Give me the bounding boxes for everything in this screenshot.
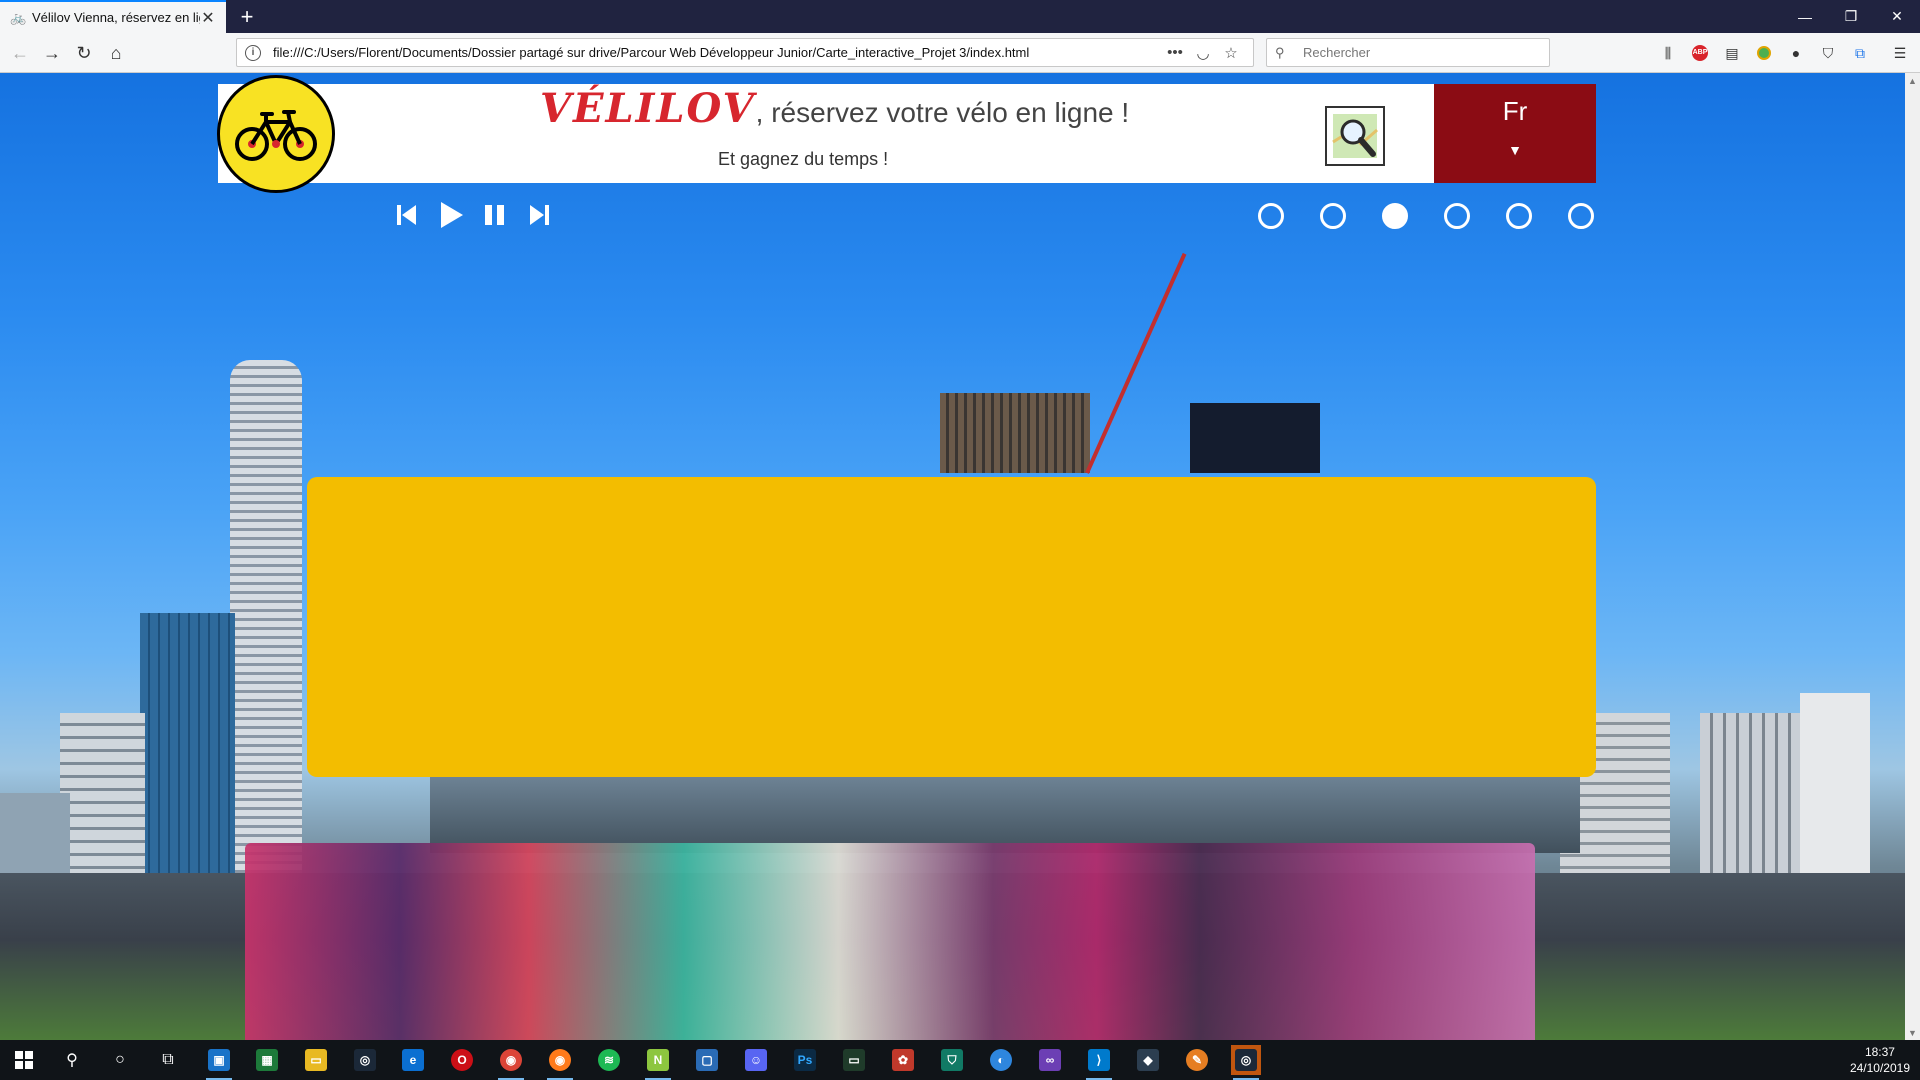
pause-icon <box>485 205 504 225</box>
translate-icon[interactable]: ⧉ <box>1850 43 1870 63</box>
box-app-icon[interactable]: ▢ <box>692 1045 722 1075</box>
scroll-down-icon[interactable]: ▼ <box>1905 1025 1920 1040</box>
clock-time: 18:37 <box>1864 1045 1895 1059</box>
home-button[interactable]: ⌂ <box>102 39 130 67</box>
map-search-button[interactable] <box>1325 106 1385 166</box>
info-icon[interactable]: i <box>245 44 261 61</box>
opera-icon[interactable]: O <box>447 1045 477 1075</box>
cortana-icon[interactable]: ○ <box>105 1045 135 1075</box>
close-tab-icon[interactable]: ✕ <box>200 8 216 28</box>
terminal-icon[interactable]: ▭ <box>839 1045 869 1075</box>
web-page: VÉLILOV, réservez votre vélo en ligne ! … <box>0 73 1905 1040</box>
new-tab-button[interactable]: + <box>230 0 264 33</box>
discord-icon[interactable]: ☺ <box>741 1045 771 1075</box>
minimize-button[interactable]: — <box>1782 0 1828 33</box>
browser-tab[interactable]: 🚲 Vélilov Vienna, réservez en ligne ✕ <box>0 0 226 33</box>
play-button[interactable] <box>436 199 466 231</box>
previous-button[interactable] <box>392 199 422 231</box>
spreadsheet-app-icon[interactable]: ▦ <box>252 1045 282 1075</box>
app-store-icon[interactable]: ▣ <box>204 1045 234 1080</box>
slide-dot[interactable] <box>1568 203 1594 229</box>
git-app-icon[interactable]: ◆ <box>1133 1045 1163 1075</box>
play-icon <box>441 202 463 228</box>
pause-button[interactable] <box>480 199 510 231</box>
site-subtitle: Et gagnez du temps ! <box>718 149 889 169</box>
spotify-icon[interactable]: ≋ <box>594 1045 624 1075</box>
slide-dot[interactable] <box>1258 203 1284 229</box>
menu-icon[interactable]: ☰ <box>1890 43 1910 63</box>
file-explorer-icon[interactable]: ▭ <box>301 1045 331 1075</box>
photoshop-icon[interactable]: Ps <box>790 1045 820 1075</box>
brand-name: VÉLILOV <box>540 85 756 132</box>
scroll-up-icon[interactable]: ▲ <box>1905 73 1920 88</box>
slide-indicators <box>1258 203 1594 229</box>
blue-app-icon[interactable]: ◐ <box>986 1045 1016 1075</box>
search-bar[interactable]: ⚲ Rechercher <box>1266 38 1550 67</box>
library-icon[interactable]: ⫼ <box>1658 43 1678 63</box>
chrome-icon[interactable]: ◉ <box>496 1045 526 1080</box>
pocket-icon[interactable]: ◡ <box>1189 44 1217 62</box>
vscode-icon[interactable]: ⟩ <box>1084 1045 1114 1080</box>
velilov-logo[interactable] <box>217 75 335 193</box>
more-actions-icon[interactable]: ••• <box>1161 44 1189 61</box>
orange-app-icon[interactable]: ✎ <box>1182 1045 1212 1075</box>
skip-previous-icon <box>397 205 416 225</box>
windows-start-icon[interactable] <box>9 1045 39 1075</box>
shield-app-icon[interactable]: ⛉ <box>937 1045 967 1075</box>
edge-icon[interactable]: e <box>398 1045 428 1075</box>
vertical-scrollbar[interactable]: ▲ ▼ <box>1905 73 1920 1040</box>
chevron-down-icon: ▼ <box>1508 142 1522 158</box>
task-view-icon[interactable]: ⧉ <box>153 1045 183 1075</box>
bike-favicon-icon: 🚲 <box>10 9 27 25</box>
visual-studio-icon[interactable]: ∞ <box>1035 1045 1065 1075</box>
bookmark-star-icon[interactable]: ☆ <box>1217 44 1245 62</box>
slide-dot[interactable] <box>1506 203 1532 229</box>
tab-title: Vélilov Vienna, réservez en ligne <box>32 10 200 25</box>
next-button[interactable] <box>524 199 554 231</box>
slide-dot[interactable] <box>1382 203 1408 229</box>
search-icon: ⚲ <box>1275 44 1285 60</box>
forward-button[interactable]: → <box>38 39 66 67</box>
search-placeholder: Rechercher <box>1303 45 1371 60</box>
content-panel <box>307 477 1596 777</box>
url-text: file:///C:/Users/Florent/Documents/Dossi… <box>273 45 1030 60</box>
skip-next-icon <box>530 205 549 225</box>
clock-date: 24/10/2019 <box>1849 1061 1910 1075</box>
slide-dot[interactable] <box>1320 203 1346 229</box>
system-clock[interactable]: 18:37 24/10/2019 <box>1850 1044 1910 1076</box>
site-title: VÉLILOV, réservez votre vélo en ligne ! <box>540 85 1129 132</box>
language-selector[interactable]: Fr ▼ <box>1434 84 1596 183</box>
slide-dot[interactable] <box>1444 203 1470 229</box>
extension-icon[interactable] <box>1754 43 1774 63</box>
reload-button[interactable]: ↻ <box>70 39 98 67</box>
tab-strip: 🚲 Vélilov Vienna, réservez en ligne ✕ + … <box>0 0 1920 33</box>
magnifier-map-icon <box>1332 114 1378 158</box>
address-bar[interactable]: i file:///C:/Users/Florent/Documents/Dos… <box>236 38 1254 67</box>
steam-icon[interactable]: ◎ <box>350 1045 380 1075</box>
back-button[interactable]: ← <box>6 39 34 67</box>
steam-running-icon[interactable]: ◎ <box>1231 1045 1261 1080</box>
bicycle-icon <box>235 110 317 161</box>
adblock-icon[interactable]: ABP <box>1690 43 1710 63</box>
paint-icon[interactable]: ✿ <box>888 1045 918 1075</box>
search-icon[interactable]: ⚲ <box>57 1045 87 1075</box>
account-icon[interactable]: ● <box>1786 43 1806 63</box>
language-label: Fr <box>1502 96 1528 126</box>
shield-icon[interactable]: ⛉ <box>1818 43 1838 63</box>
restore-button[interactable]: ❐ <box>1828 0 1874 33</box>
brand-tagline: , réservez votre vélo en ligne ! <box>755 97 1130 128</box>
notepadpp-icon[interactable]: N <box>643 1045 673 1080</box>
sidebar-icon[interactable]: ▤ <box>1722 43 1742 63</box>
windows-taskbar: ⚲ ○ ⧉ ▣ ▦ ▭ ◎ e O ◉ ◉ ≋ N ▢ ☺ Ps ▭ ✿ ⛉ ◐… <box>0 1040 1920 1080</box>
slider-controls <box>392 197 554 233</box>
firefox-icon[interactable]: ◉ <box>545 1045 575 1080</box>
navigation-toolbar: ← → ↻ ⌂ i file:///C:/Users/Florent/Docum… <box>0 33 1920 73</box>
close-window-button[interactable]: ✕ <box>1874 0 1920 33</box>
